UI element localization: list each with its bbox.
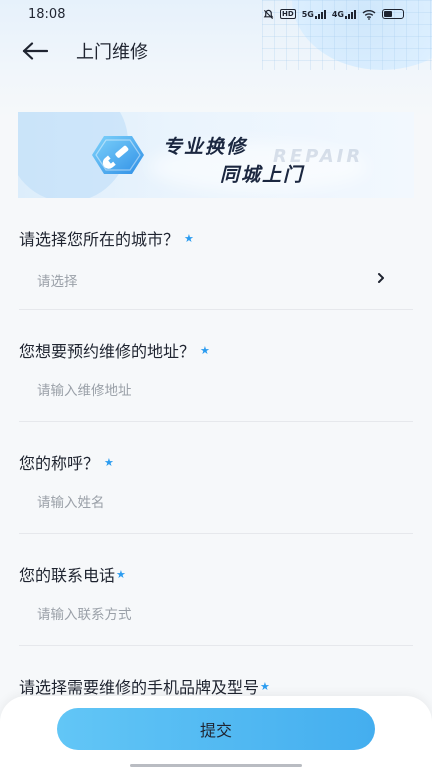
submit-button[interactable]: 提交: [57, 708, 375, 750]
phone-label: 您的联系电话 ★: [19, 566, 126, 585]
divider: [19, 421, 413, 422]
name-input[interactable]: [37, 492, 397, 514]
city-field: 请选择您所在的城市？ ★ 请选择: [0, 218, 432, 330]
bottom-action-bar: 提交: [0, 696, 432, 768]
back-button[interactable]: [22, 30, 66, 72]
hd-badge: HD: [280, 9, 296, 19]
brand-label: 请选择需要维修的手机品牌及型号 ★: [19, 678, 270, 697]
address-field: 您想要预约维修的地址？ ★: [0, 330, 432, 442]
banner-headline-2: 同城上门: [220, 164, 305, 186]
signal-icon: [314, 9, 326, 19]
promo-banner: 专业换修 REPAIR 同城上门: [18, 112, 414, 198]
required-star-icon: ★: [184, 231, 194, 245]
battery-icon: [382, 9, 404, 19]
required-star-icon: ★: [260, 679, 270, 693]
divider: [19, 533, 413, 534]
status-time: 18:08: [28, 6, 66, 22]
divider: [19, 645, 413, 646]
required-star-icon: ★: [104, 455, 114, 469]
status-icons: HD 5G 4G: [263, 9, 404, 20]
address-label: 您想要预约维修的地址？ ★: [19, 342, 210, 361]
required-star-icon: ★: [116, 567, 126, 581]
status-bar: 18:08 HD 5G 4G: [0, 0, 432, 28]
name-label: 您的称呼？ ★: [19, 454, 114, 473]
signal-icon: [345, 9, 356, 19]
page-title: 上门维修: [76, 42, 148, 63]
phone-field: 您的联系电话 ★: [0, 554, 432, 666]
name-field: 您的称呼？ ★: [0, 442, 432, 554]
network-5g: 5G: [302, 9, 326, 19]
city-label: 请选择您所在的城市？ ★: [19, 230, 194, 249]
mute-icon: [263, 9, 274, 19]
wifi-icon: [362, 9, 376, 20]
back-arrow-icon: [22, 42, 48, 60]
home-indicator[interactable]: [130, 764, 302, 767]
network-4g: 4G: [332, 9, 356, 19]
address-input[interactable]: [37, 380, 397, 402]
chevron-right-icon[interactable]: [376, 271, 386, 285]
nav-bar: 上门维修: [0, 30, 432, 72]
required-star-icon: ★: [200, 343, 210, 357]
banner-headline-1: 专业换修: [163, 136, 248, 158]
city-select[interactable]: 请选择: [37, 270, 78, 290]
wrench-icon: [92, 136, 144, 174]
repair-form: 请选择您所在的城市？ ★ 请选择 您想要预约维修的地址？ ★ 您的称呼？ ★ 您…: [0, 218, 432, 768]
phone-input[interactable]: [37, 604, 397, 626]
divider: [19, 309, 413, 310]
